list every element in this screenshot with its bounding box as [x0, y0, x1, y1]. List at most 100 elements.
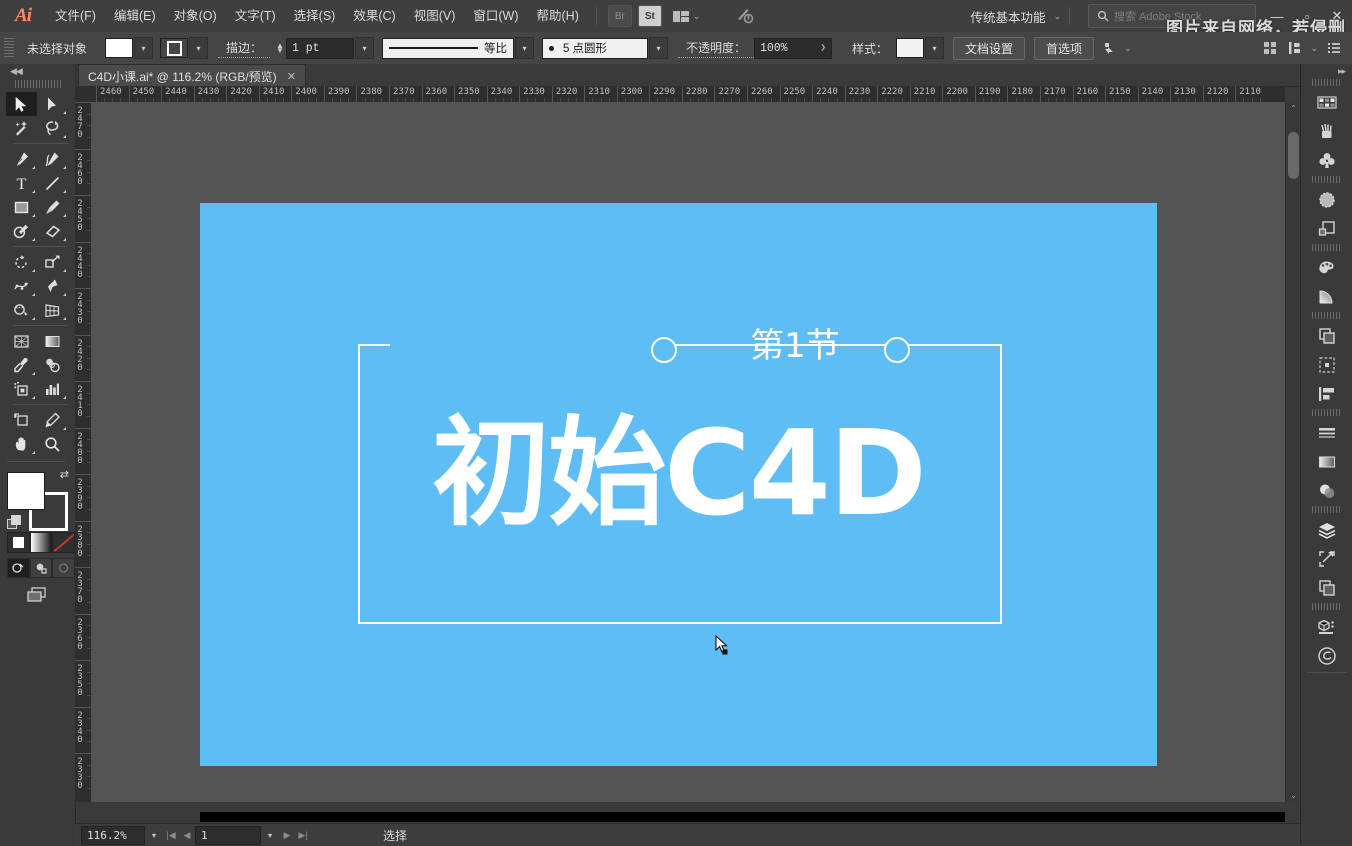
shape-builder-tool[interactable]: [6, 298, 37, 322]
panel-pathfinder-icon[interactable]: [1301, 573, 1352, 602]
opacity-field[interactable]: 100% ❯: [753, 37, 832, 59]
stroke-width-dropdown-icon[interactable]: ▾: [354, 37, 374, 59]
status-text[interactable]: 选择: [383, 827, 407, 844]
workspace-name[interactable]: 传统基本功能: [970, 7, 1049, 26]
sync-settings-icon[interactable]: [734, 5, 754, 28]
stroke-color-swatch[interactable]: [160, 38, 189, 58]
close-icon[interactable]: ✕: [287, 70, 296, 83]
panel-transparency-icon[interactable]: [1301, 476, 1352, 505]
panel-stroke-icon[interactable]: [1301, 418, 1352, 447]
bridge-icon[interactable]: Br: [607, 5, 632, 27]
panel-color-guide-icon[interactable]: [1301, 88, 1352, 117]
panel-appearance-icon[interactable]: [1301, 185, 1352, 214]
headline-text[interactable]: 初始C4D: [200, 408, 1157, 538]
zoom-dropdown-icon[interactable]: ▾: [145, 826, 163, 844]
dock-grip-7[interactable]: [1312, 603, 1342, 610]
mesh-tool[interactable]: [6, 329, 37, 353]
scale-tool[interactable]: [37, 250, 68, 274]
opacity-label[interactable]: 不透明度：: [677, 39, 754, 58]
brush-dropdown-icon[interactable]: ▾: [648, 37, 668, 59]
first-artboard-button[interactable]: |◀: [163, 826, 179, 844]
stroke-dropdown-icon[interactable]: ▾: [189, 37, 209, 59]
align-panel-icon[interactable]: [1286, 38, 1306, 58]
control-bar-grip[interactable]: [4, 38, 14, 58]
stroke-weight-label[interactable]: 描边：: [218, 39, 271, 58]
stroke-profile-field[interactable]: 等比: [381, 37, 514, 59]
panel-align-icon[interactable]: [1301, 379, 1352, 408]
panel-brushes-icon[interactable]: [1301, 117, 1352, 146]
panel-artboards-icon[interactable]: [1301, 544, 1352, 573]
panel-symbols-icon[interactable]: [1301, 146, 1352, 175]
paintbrush-tool[interactable]: [37, 195, 68, 219]
pen-tool[interactable]: [6, 147, 37, 171]
gradient-tool[interactable]: [37, 329, 68, 353]
close-button[interactable]: ✕: [1322, 0, 1352, 32]
select-similar-chevron-icon[interactable]: ⌄: [1124, 43, 1132, 54]
panel-swatches-icon[interactable]: [1301, 253, 1352, 282]
horizontal-ruler[interactable]: 2460 2450 2440 2430 2420 2410 2400 2390 2380 2370…: [75, 86, 1285, 103]
menu-edit[interactable]: 编辑(E): [105, 0, 165, 32]
zoom-tool[interactable]: [37, 432, 68, 456]
menu-effect[interactable]: 效果(C): [344, 0, 404, 32]
select-similar-icon[interactable]: [1100, 38, 1120, 58]
dock-grip-3[interactable]: [1312, 244, 1342, 251]
menu-view[interactable]: 视图(V): [405, 0, 465, 32]
zoom-level-field[interactable]: 116.2%: [81, 825, 145, 845]
slice-tool[interactable]: [37, 408, 68, 432]
panel-layers-stack-icon[interactable]: [1301, 515, 1352, 544]
menu-type[interactable]: 文字(T): [226, 0, 285, 32]
default-fill-stroke-icon[interactable]: [7, 515, 21, 529]
color-button[interactable]: [7, 532, 30, 553]
dock-grip-1[interactable]: [1312, 79, 1342, 86]
swap-fill-stroke-icon[interactable]: ⇄: [60, 468, 69, 481]
opacity-flyout-icon[interactable]: ❯: [821, 43, 826, 53]
none-button[interactable]: [52, 532, 76, 553]
stock-search-box[interactable]: 搜索 Adobe Stock: [1088, 4, 1256, 28]
dock-grip-6[interactable]: [1312, 506, 1342, 513]
free-transform-tool[interactable]: [37, 274, 68, 298]
dock-grip-4[interactable]: [1312, 312, 1342, 319]
magic-wand-tool[interactable]: [6, 116, 37, 140]
stroke-profile-dropdown-icon[interactable]: ▾: [514, 37, 534, 59]
artboard-number-field[interactable]: 1: [195, 825, 261, 845]
perspective-grid-tool[interactable]: [37, 298, 68, 322]
align-chevron-icon[interactable]: ⌄: [1310, 43, 1318, 54]
rotate-tool[interactable]: [6, 250, 37, 274]
maximize-button[interactable]: ▫: [1292, 0, 1322, 32]
section-label-text[interactable]: 第1节: [705, 323, 885, 369]
fill-color-box[interactable]: [7, 472, 45, 510]
fill-dropdown-icon[interactable]: ▾: [134, 37, 154, 59]
screen-mode-icon[interactable]: [7, 586, 69, 604]
artboard[interactable]: 第1节 初始C4D: [200, 203, 1157, 766]
menu-select[interactable]: 选择(S): [285, 0, 345, 32]
eyedropper-tool[interactable]: [6, 353, 37, 377]
symbol-sprayer-tool[interactable]: [6, 377, 37, 401]
chevron-down-icon[interactable]: ⌄: [693, 11, 701, 22]
menu-window[interactable]: 窗口(W): [464, 0, 527, 32]
arrange-grid-icon[interactable]: [1260, 38, 1280, 58]
fill-color-swatch[interactable]: [105, 38, 134, 58]
line-segment-tool[interactable]: [37, 171, 68, 195]
arrange-documents-icon[interactable]: [672, 10, 689, 22]
menu-file[interactable]: 文件(F): [46, 0, 105, 32]
gradient-button[interactable]: [29, 532, 53, 553]
scroll-up-icon[interactable]: ⌃: [1286, 102, 1301, 115]
menu-help[interactable]: 帮助(H): [528, 0, 588, 32]
preferences-button[interactable]: 首选项: [1034, 36, 1095, 60]
panel-layers-icon[interactable]: [1301, 321, 1352, 350]
width-tool[interactable]: [6, 274, 37, 298]
panel-transform-icon[interactable]: [1301, 350, 1352, 379]
hand-tool[interactable]: [6, 432, 37, 456]
canvas-area[interactable]: 第1节 初始C4D: [91, 102, 1285, 802]
dock-grip-5[interactable]: [1312, 409, 1342, 416]
document-setup-button[interactable]: 文档设置: [952, 36, 1025, 60]
panel-creative-cloud-icon[interactable]: [1301, 641, 1352, 670]
column-graph-tool[interactable]: [37, 377, 68, 401]
dock-collapse-button[interactable]: ▸▸: [1301, 64, 1352, 78]
vertical-ruler[interactable]: 2470 2460 2450 2440 2430 2420 2410 2400 2390 2380…: [75, 102, 92, 802]
blend-tool[interactable]: [37, 353, 68, 377]
previous-artboard-button[interactable]: ◀: [179, 826, 195, 844]
tools-panel-grip[interactable]: [14, 80, 61, 88]
brush-definition-field[interactable]: 5 点圆形: [541, 37, 648, 59]
stroke-width-field[interactable]: 1 pt: [285, 37, 354, 59]
